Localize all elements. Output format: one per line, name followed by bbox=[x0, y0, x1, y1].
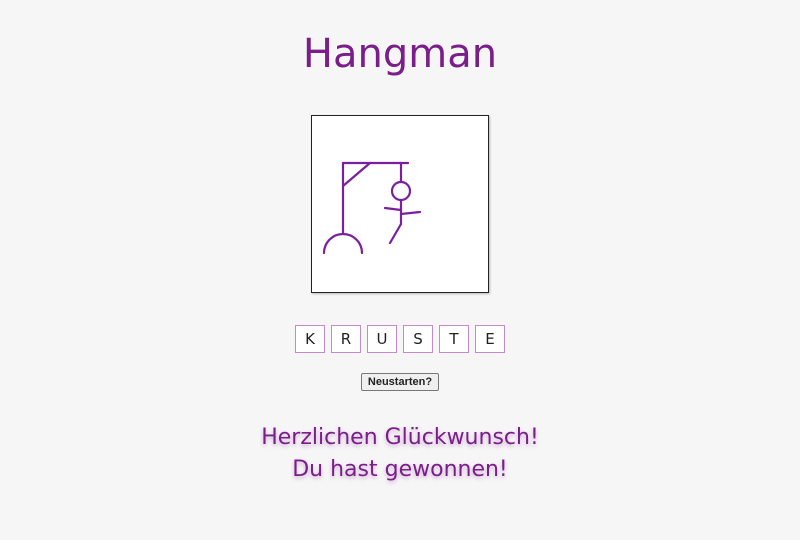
restart-button[interactable]: Neustarten? bbox=[361, 373, 439, 391]
figure-leg bbox=[388, 222, 403, 245]
win-message: Herzlichen Glückwunsch! Du hast gewonnen… bbox=[0, 422, 800, 486]
letter-tile: R bbox=[331, 325, 361, 353]
win-message-line1: Herzlichen Glückwunsch! bbox=[261, 425, 539, 450]
page-title: Hangman bbox=[302, 31, 498, 77]
figure-head bbox=[390, 180, 412, 202]
letter-tile: U bbox=[367, 325, 397, 353]
win-message-line2: Du hast gewonnen! bbox=[292, 457, 508, 482]
gallows-base bbox=[322, 232, 364, 255]
letter-tile: K bbox=[295, 325, 325, 353]
hangman-drawing bbox=[311, 115, 489, 293]
word-letters: KRUSTE bbox=[0, 325, 800, 353]
letter-tile: S bbox=[403, 325, 433, 353]
gallows-figure bbox=[322, 161, 422, 255]
letter-tile: T bbox=[439, 325, 469, 353]
letter-tile: E bbox=[475, 325, 505, 353]
figure-arm-left bbox=[383, 206, 403, 212]
figure-arm-right bbox=[399, 210, 422, 216]
gallows-brace bbox=[341, 161, 372, 188]
